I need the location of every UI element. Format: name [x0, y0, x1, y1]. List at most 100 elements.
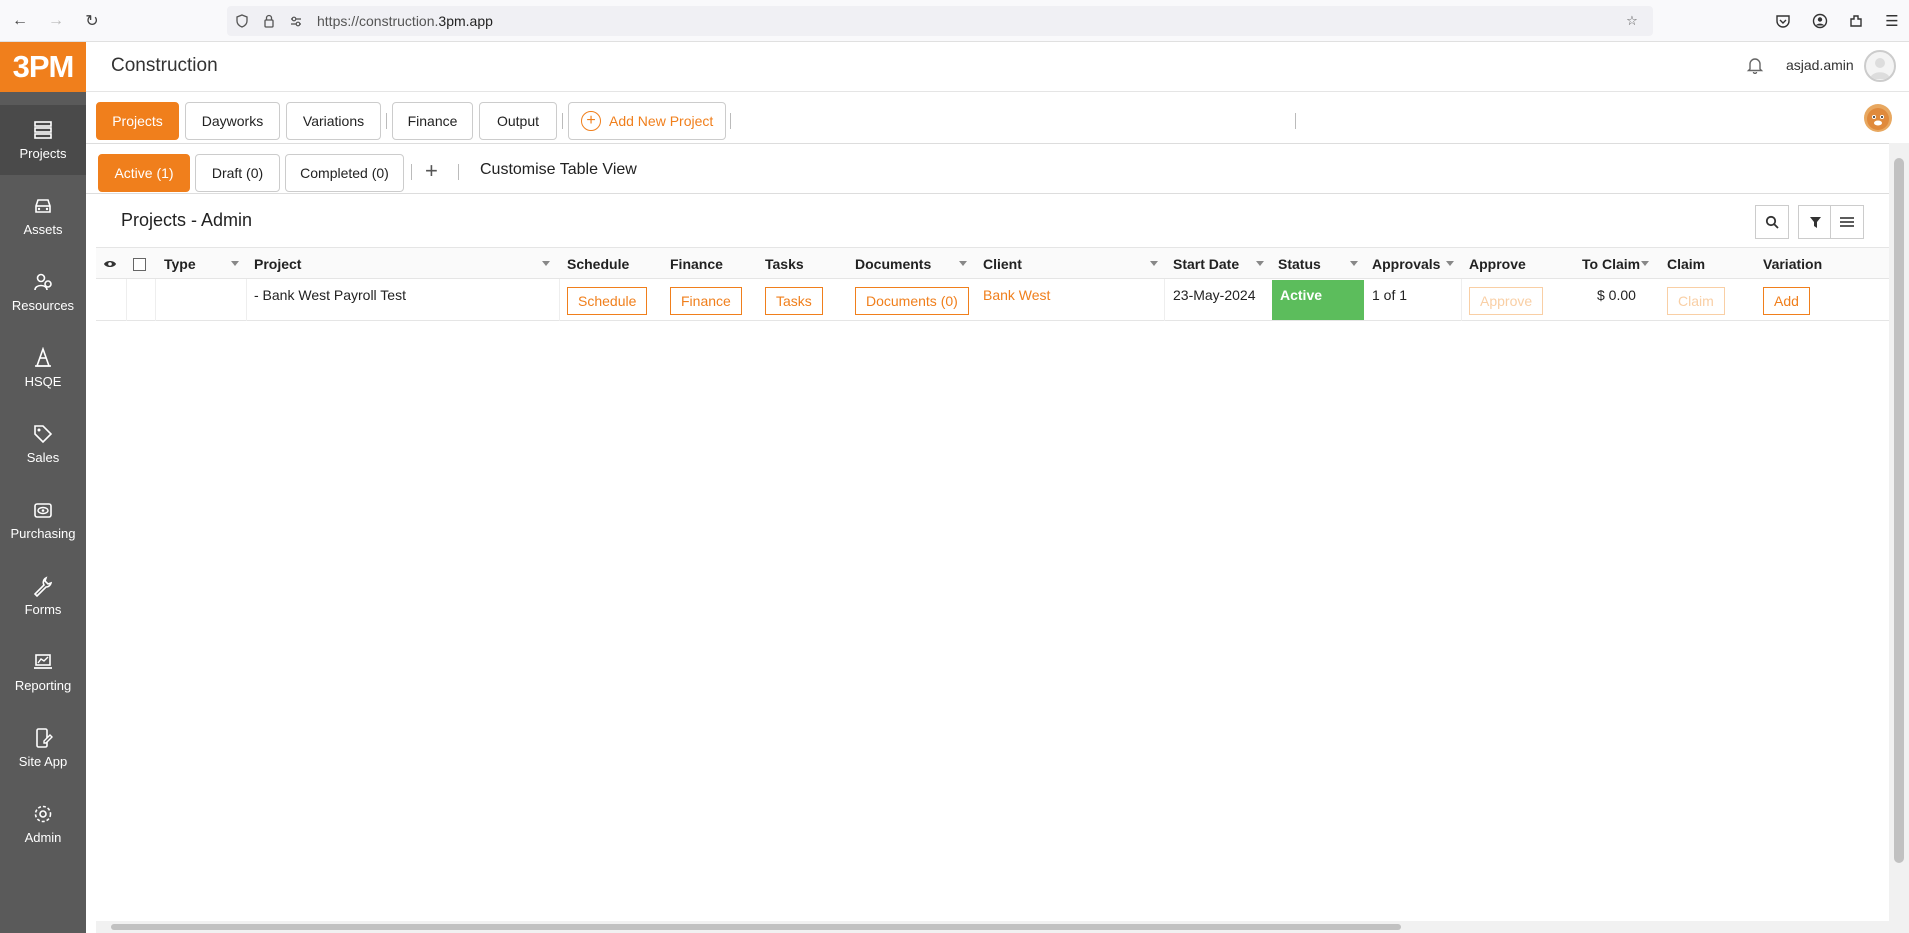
column-header-status[interactable]: Status — [1278, 248, 1321, 280]
sort-caret-icon[interactable] — [1256, 261, 1264, 266]
lock-icon[interactable] — [260, 12, 278, 30]
divider — [86, 193, 1889, 194]
column-header-to-claim[interactable]: To Claim — [1582, 248, 1640, 280]
sort-caret-icon[interactable] — [231, 261, 239, 266]
column-divider — [246, 279, 247, 321]
table-header: Type Project Schedule Finance Tasks Docu… — [96, 247, 1889, 279]
shield-icon[interactable] — [233, 12, 251, 30]
gear-icon — [34, 805, 52, 823]
tab-completed[interactable]: Completed (0) — [285, 154, 404, 192]
pocket-icon[interactable] — [1773, 11, 1793, 31]
column-divider — [155, 279, 156, 321]
add-view-button[interactable]: + — [425, 158, 438, 184]
tab-active[interactable]: Active (1) — [98, 154, 190, 192]
sidebar-item-resources[interactable]: Resources — [0, 257, 86, 327]
laptop-chart-icon — [34, 654, 52, 669]
app-header: Construction asjad.amin — [86, 42, 1909, 92]
visibility-column-icon[interactable] — [103, 248, 117, 280]
search-button[interactable] — [1755, 205, 1789, 239]
claim-button[interactable]: Claim — [1667, 287, 1725, 315]
approve-button[interactable]: Approve — [1469, 287, 1544, 315]
finance-button[interactable]: Finance — [670, 287, 742, 315]
horizontal-scrollbar[interactable] — [96, 921, 1889, 933]
sidebar-item-label: Purchasing — [10, 526, 76, 541]
cell-project[interactable]: - Bank West Payroll Test — [254, 279, 406, 321]
column-header-client[interactable]: Client — [983, 248, 1022, 280]
sidebar-item-label: HSQE — [24, 374, 62, 389]
username[interactable]: asjad.amin — [1786, 57, 1854, 73]
reload-icon[interactable]: ↻ — [81, 10, 103, 32]
app-logo[interactable]: 3PM — [0, 42, 86, 92]
tag-icon — [34, 425, 53, 444]
column-header-approve: Approve — [1469, 256, 1526, 272]
sidebar-item-hsqe[interactable]: HSQE — [0, 333, 86, 403]
schedule-button[interactable]: Schedule — [567, 287, 648, 315]
column-header-documents[interactable]: Documents — [855, 248, 931, 280]
filter-button[interactable] — [1798, 205, 1832, 239]
column-header-variation: Variation — [1763, 256, 1823, 272]
sidebar-item-label: Forms — [24, 602, 62, 617]
sidebar-item-assets[interactable]: Assets — [0, 181, 86, 251]
column-header-start-date[interactable]: Start Date — [1173, 248, 1239, 280]
account-icon[interactable] — [1810, 11, 1830, 31]
vertical-scrollbar[interactable] — [1889, 143, 1909, 933]
tab-dayworks[interactable]: Dayworks — [185, 102, 280, 140]
column-menu-button[interactable] — [1830, 205, 1864, 239]
menu-icon[interactable]: ☰ — [1882, 11, 1902, 31]
sort-caret-icon[interactable] — [1350, 261, 1358, 266]
add-variation-button[interactable]: Add — [1763, 287, 1810, 315]
tab-projects[interactable]: Projects — [96, 102, 179, 140]
mascot-icon[interactable] — [1864, 104, 1892, 132]
column-header-approvals[interactable]: Approvals — [1372, 248, 1440, 280]
tasks-button[interactable]: Tasks — [765, 287, 823, 315]
select-all-checkbox[interactable] — [133, 248, 146, 280]
add-new-project-button[interactable]: + Add New Project — [568, 102, 726, 140]
back-icon[interactable]: ← — [9, 10, 31, 32]
wrench-icon — [33, 576, 53, 597]
permissions-icon[interactable] — [287, 12, 305, 30]
sort-caret-icon[interactable] — [1150, 261, 1158, 266]
scrollbar-thumb[interactable] — [111, 924, 1401, 930]
address-bar[interactable]: https://construction.3pm.app ☆ — [227, 6, 1653, 36]
documents-button[interactable]: Documents (0) — [855, 287, 969, 315]
tab-variations[interactable]: Variations — [286, 102, 381, 140]
url-text[interactable]: https://construction.3pm.app — [317, 13, 493, 29]
sort-caret-icon[interactable] — [1446, 261, 1454, 266]
bookmark-star-icon[interactable]: ☆ — [1623, 12, 1641, 30]
customise-table-view-button[interactable]: Customise Table View — [480, 161, 637, 179]
bell-icon[interactable] — [1746, 56, 1766, 76]
sidebar-item-purchasing[interactable]: Purchasing — [0, 485, 86, 555]
sidebar-item-label: Projects — [19, 146, 67, 161]
column-header-finance: Finance — [670, 256, 723, 272]
projects-icon — [34, 121, 52, 139]
cell-start-date: 23-May-2024 — [1173, 287, 1256, 303]
sort-caret-icon[interactable] — [1641, 261, 1649, 266]
avatar[interactable] — [1864, 50, 1896, 82]
sidebar-item-forms[interactable]: Forms — [0, 561, 86, 631]
tab-divider — [458, 164, 459, 180]
forward-icon[interactable]: → — [45, 10, 67, 32]
tab-finance[interactable]: Finance — [392, 102, 473, 140]
tab-output[interactable]: Output — [479, 102, 557, 140]
status-badge: Active — [1272, 280, 1364, 320]
divider — [86, 143, 1889, 144]
plus-circle-icon: + — [581, 111, 601, 131]
client-link[interactable]: Bank West — [983, 279, 1050, 321]
sort-caret-icon[interactable] — [959, 261, 967, 266]
sidebar-item-projects[interactable]: Projects — [0, 105, 86, 175]
column-header-type[interactable]: Type — [164, 248, 196, 280]
column-divider — [1164, 279, 1165, 321]
table-row[interactable]: - Bank West Payroll Test Schedule Financ… — [96, 279, 1889, 321]
sort-caret-icon[interactable] — [542, 261, 550, 266]
sidebar-item-reporting[interactable]: Reporting — [0, 637, 86, 707]
mobile-edit-icon — [36, 728, 53, 748]
sidebar-item-label: Assets — [23, 222, 63, 237]
column-header-project[interactable]: Project — [254, 248, 301, 280]
tab-draft[interactable]: Draft (0) — [195, 154, 280, 192]
sidebar-item-sales[interactable]: Sales — [0, 409, 86, 479]
sidebar-item-admin[interactable]: Admin — [0, 789, 86, 859]
extensions-icon[interactable] — [1846, 11, 1866, 31]
sidebar-item-site-app[interactable]: Site App — [0, 713, 86, 783]
tab-divider — [386, 113, 387, 129]
scrollbar-thumb[interactable] — [1894, 158, 1904, 863]
